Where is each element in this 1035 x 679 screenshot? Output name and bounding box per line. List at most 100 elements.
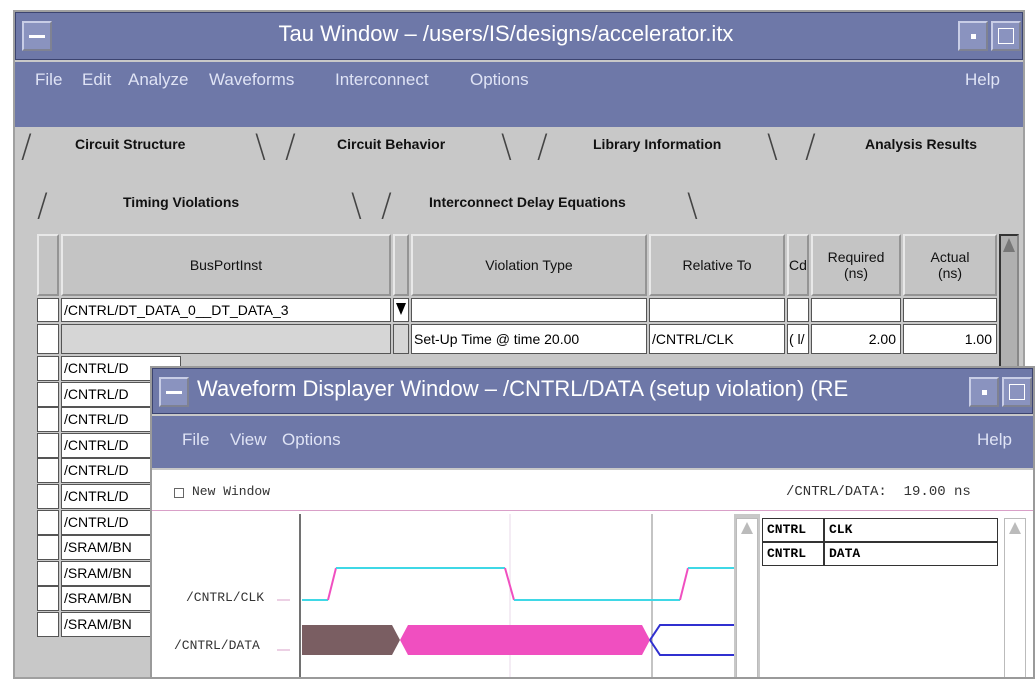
divider: [152, 510, 1033, 511]
row-selector[interactable]: [37, 484, 59, 509]
maximize-button[interactable]: [1002, 377, 1032, 407]
menu-waveforms[interactable]: Waveforms: [209, 70, 294, 90]
menu-file[interactable]: File: [35, 70, 62, 90]
column-relative-to[interactable]: Relative To: [649, 234, 785, 296]
cell-violation-type[interactable]: Set-Up Time @ time 20.00: [411, 324, 647, 354]
window-menu-button[interactable]: [22, 21, 52, 51]
dot-icon: [982, 390, 987, 395]
scroll-up-arrow-icon[interactable]: [1009, 522, 1021, 534]
tab-analysis-results[interactable]: Analysis Results: [865, 136, 977, 152]
data-violation-segment: [400, 625, 650, 655]
scroll-up-arrow-icon[interactable]: [741, 522, 753, 534]
menu-options[interactable]: Options: [470, 70, 529, 90]
sub-tabs: / Timing Violations \ / Interconnect Del…: [15, 182, 1023, 232]
tab-timing-violations[interactable]: Timing Violations: [123, 194, 239, 210]
window-title: Waveform Displayer Window – /CNTRL/DATA …: [197, 376, 849, 401]
minus-icon: [166, 391, 182, 394]
new-window-label: New Window: [192, 484, 271, 499]
row-selector[interactable]: [37, 510, 59, 535]
data-after-high: [649, 624, 734, 641]
waveform-window: Waveform Displayer Window – /CNTRL/DATA …: [150, 366, 1035, 679]
row-selector[interactable]: [37, 324, 59, 354]
signal-module[interactable]: CNTRL: [762, 542, 824, 566]
tab-divider: /: [537, 127, 548, 165]
menu-interconnect[interactable]: Interconnect: [335, 70, 429, 90]
data-after-low: [649, 639, 734, 656]
menu-file[interactable]: File: [182, 430, 209, 450]
menu-view[interactable]: View: [230, 430, 267, 450]
row-selector[interactable]: [37, 458, 59, 483]
column-violation-type[interactable]: Violation Type: [411, 234, 647, 296]
cell-empty: [411, 298, 647, 322]
minus-icon: [29, 35, 45, 38]
tab-divider: \: [767, 127, 778, 165]
minimize-button[interactable]: [958, 21, 988, 51]
data-early-segment: [302, 625, 400, 655]
menubar: File Edit Analyze Waveforms Interconnect…: [15, 62, 1023, 127]
column-actual[interactable]: Actual (ns): [903, 234, 997, 296]
tab-interconnect-delay-equations[interactable]: Interconnect Delay Equations: [429, 194, 626, 210]
column-marker: [393, 234, 409, 296]
window-menu-button[interactable]: [159, 377, 189, 407]
signal-name[interactable]: CLK: [824, 518, 998, 542]
tab-divider: /: [37, 186, 48, 224]
expand-marker-icon[interactable]: [393, 298, 409, 322]
row-selector[interactable]: [37, 382, 59, 407]
main-tabs: / Circuit Structure \ / Circuit Behavior…: [15, 127, 1023, 182]
tab-circuit-structure[interactable]: Circuit Structure: [75, 136, 185, 152]
column-busportinst[interactable]: BusPortInst: [61, 234, 391, 296]
maximize-button[interactable]: [991, 21, 1021, 51]
clk-rising-edge-2: [679, 567, 689, 601]
tab-divider: \: [255, 127, 266, 165]
column-cd[interactable]: Cd: [787, 234, 809, 296]
waveform-window-titlebar[interactable]: Waveform Displayer Window – /CNTRL/DATA …: [152, 368, 1033, 414]
signal-name[interactable]: DATA: [824, 542, 998, 566]
signal-list: CNTRL CLK CNTRL DATA: [760, 514, 1033, 677]
menu-edit[interactable]: Edit: [82, 70, 111, 90]
row-selector[interactable]: [37, 612, 59, 637]
cell-actual[interactable]: 1.00: [903, 324, 997, 354]
waveform-plot[interactable]: [152, 514, 734, 679]
menu-analyze[interactable]: Analyze: [128, 70, 188, 90]
cursor-readout: /CNTRL/DATA: 19.00 ns: [786, 484, 971, 500]
row-selector[interactable]: [37, 586, 59, 611]
row-selector[interactable]: [37, 561, 59, 586]
menu-help[interactable]: Help: [977, 430, 1012, 450]
row-selector[interactable]: [37, 356, 59, 381]
waveform-area[interactable]: /CNTRL/CLK /CNTRL/DATA: [152, 514, 734, 679]
row-selector[interactable]: [37, 433, 59, 458]
new-window-checkbox[interactable]: [174, 488, 184, 498]
tab-divider: /: [805, 127, 816, 165]
cell-required[interactable]: 2.00: [811, 324, 901, 354]
column-required[interactable]: Required (ns): [811, 234, 901, 296]
cell-empty: [811, 298, 901, 322]
menu-help[interactable]: Help: [965, 70, 1000, 90]
scroll-up-arrow-icon[interactable]: [1003, 238, 1015, 252]
signal-list-scrollbar[interactable]: [1004, 518, 1026, 677]
waveform-scrollbar[interactable]: [736, 518, 758, 677]
tab-divider: \: [687, 186, 698, 224]
tab-divider: \: [501, 127, 512, 165]
cell-busportinst[interactable]: /CNTRL/DT_DATA_0__DT_DATA_3: [61, 298, 391, 322]
row-selector[interactable]: [37, 407, 59, 432]
row-selector[interactable]: [37, 298, 59, 322]
window-title: Tau Window – /users/IS/designs/accelerat…: [278, 21, 734, 46]
row-selector-header: [37, 234, 59, 296]
cell-empty: [903, 298, 997, 322]
dot-icon: [971, 34, 976, 39]
tab-divider: /: [381, 186, 392, 224]
tab-divider: \: [351, 186, 362, 224]
waveform-toolbar: New Window /CNTRL/DATA: 19.00 ns: [152, 470, 1033, 514]
tab-library-information[interactable]: Library Information: [593, 136, 721, 152]
row-selector[interactable]: [37, 535, 59, 560]
tab-circuit-behavior[interactable]: Circuit Behavior: [337, 136, 445, 152]
cell-cd[interactable]: ( l/: [787, 324, 809, 354]
minimize-button[interactable]: [969, 377, 999, 407]
cell-relative-to[interactable]: /CNTRL/CLK: [649, 324, 785, 354]
square-icon: [1009, 384, 1025, 400]
cell-empty: [649, 298, 785, 322]
menu-options[interactable]: Options: [282, 430, 341, 450]
tau-window-titlebar[interactable]: Tau Window – /users/IS/designs/accelerat…: [15, 12, 1023, 60]
signal-module[interactable]: CNTRL: [762, 518, 824, 542]
tab-divider: /: [21, 127, 32, 165]
